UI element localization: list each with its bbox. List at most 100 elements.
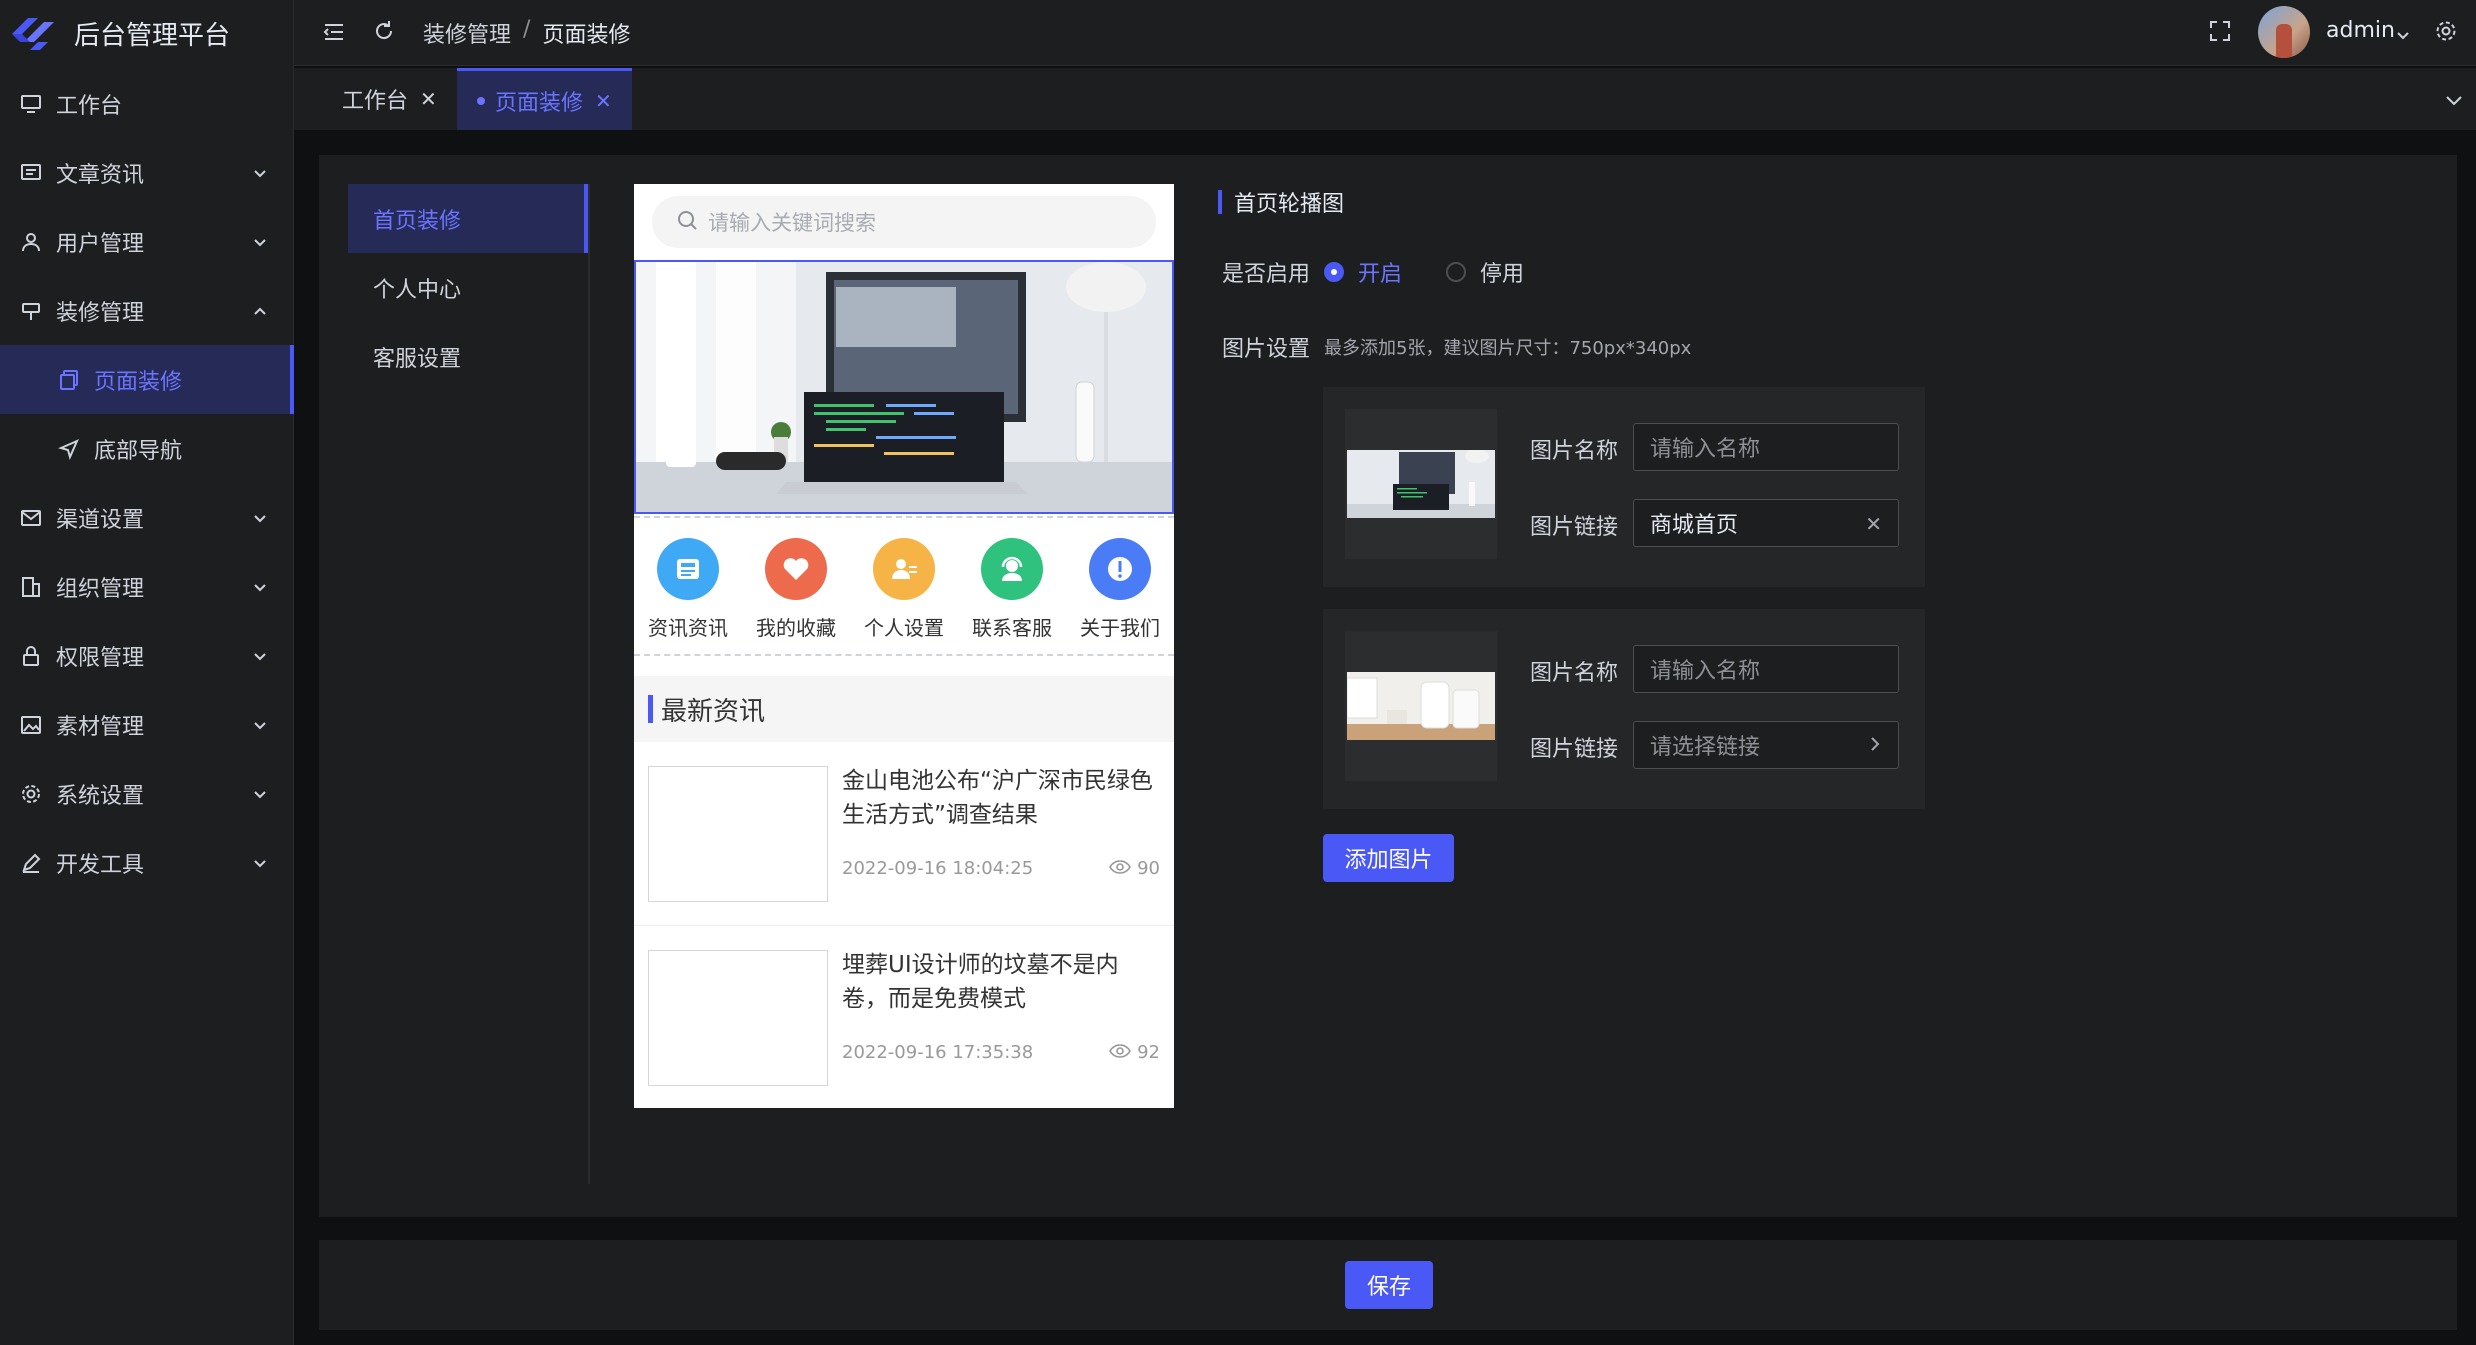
app-logo[interactable]: 后台管理平台 (0, 0, 294, 66)
settings-gear-icon[interactable] (2434, 19, 2458, 49)
link-value: 商城首页 (1650, 513, 1739, 538)
subnav-customer-service[interactable]: 客服设置 (348, 322, 588, 391)
refresh-icon[interactable] (372, 19, 396, 49)
sidebar-item-label: 文章资讯 (56, 162, 145, 188)
app-title: 后台管理平台 (74, 20, 231, 51)
office-building-icon (18, 574, 44, 600)
phone-nav-label: 联系客服 (972, 616, 1052, 640)
chevron-down-icon (252, 645, 268, 670)
close-icon[interactable]: ✕ (420, 87, 437, 111)
breadcrumb-separator: / (523, 17, 531, 42)
sidebar-item-users[interactable]: 用户管理 (0, 207, 294, 276)
phone-nav-news[interactable]: 资讯资讯 (634, 538, 742, 641)
breadcrumb-parent[interactable]: 装修管理 (423, 17, 511, 49)
chevron-down-icon (252, 507, 268, 532)
close-icon[interactable]: ✕ (595, 89, 612, 113)
tab-page-decoration[interactable]: 页面装修 ✕ (457, 68, 632, 130)
enable-label: 是否启用 (1222, 262, 1311, 287)
news-views-count: 90 (1137, 858, 1160, 879)
subnav-divider (588, 184, 590, 1184)
name-input[interactable]: 请输入名称 (1633, 423, 1899, 471)
sidebar: 后台管理平台 工作台 文章资讯 用户管理 装修管理 页面装修 底部导航 渠道设置… (0, 0, 294, 1345)
chevron-down-icon (252, 783, 268, 808)
sidebar-item-label: 开发工具 (56, 852, 145, 878)
user-icon (18, 229, 44, 255)
heart-icon (765, 538, 827, 600)
news-views: 92 (1109, 1042, 1160, 1063)
radio-dot (1446, 262, 1466, 282)
chevron-down-icon[interactable] (2395, 24, 2411, 49)
link-select[interactable]: 商城首页 ✕ (1633, 499, 1899, 547)
phone-news-item[interactable]: 埋葬UI设计师的坟墓不是内卷，而是免费模式 2022-09-16 17:35:3… (634, 926, 1174, 1108)
thumbnail-image (1347, 450, 1495, 518)
tab-workbench[interactable]: 工作台 ✕ (322, 68, 457, 130)
chevron-up-icon (252, 300, 268, 325)
link-placeholder: 请选择链接 (1650, 735, 1761, 760)
sidebar-item-devtools[interactable]: 开发工具 (0, 828, 294, 897)
eye-icon (1109, 1042, 1132, 1063)
image-hint: 最多添加5张，建议图片尺寸：750px*340px (1324, 338, 1692, 359)
chevron-down-icon (252, 162, 268, 187)
info-icon (1089, 538, 1151, 600)
phone-preview: 请输入关键词搜索 资讯资讯 我的收藏 个人设置 联系客服 关于我们 最新资讯 金… (634, 184, 1174, 1108)
sidebar-item-channels[interactable]: 渠道设置 (0, 483, 294, 552)
title-bar (648, 695, 653, 723)
radio-label: 开启 (1358, 262, 1403, 287)
thumbnail-image (1347, 672, 1495, 740)
sidebar-item-decoration[interactable]: 装修管理 (0, 276, 294, 345)
search-placeholder: 请输入关键词搜索 (708, 211, 876, 235)
phone-nav-personal[interactable]: 个人设置 (850, 538, 958, 641)
monitor-icon (18, 91, 44, 117)
sidebar-item-label: 装修管理 (56, 300, 145, 326)
chevron-down-icon (252, 714, 268, 739)
phone-news-item[interactable]: 金山电池公布“沪广深市民绿色生活方式”调查结果 2022-09-16 18:04… (634, 742, 1174, 926)
sidebar-item-articles[interactable]: 文章资讯 (0, 138, 294, 207)
fullscreen-icon[interactable] (2208, 19, 2232, 49)
tab-label: 页面装修 (495, 90, 584, 116)
sidebar-item-label: 底部导航 (94, 438, 183, 464)
sidebar-item-organization[interactable]: 组织管理 (0, 552, 294, 621)
banner-thumbnail[interactable] (1345, 631, 1497, 781)
gear-icon (18, 781, 44, 807)
link-label: 图片链接 (1530, 737, 1619, 762)
lock-icon (18, 643, 44, 669)
clear-icon[interactable]: ✕ (1865, 512, 1882, 536)
sidebar-item-label: 系统设置 (56, 783, 145, 809)
phone-nav-about[interactable]: 关于我们 (1066, 538, 1174, 641)
radio-enable-off[interactable]: 停用 (1446, 256, 1524, 288)
phone-nav-favorites[interactable]: 我的收藏 (742, 538, 850, 641)
fold-menu-icon[interactable] (322, 20, 346, 50)
chevron-down-icon[interactable] (2444, 90, 2464, 116)
radio-enable-on[interactable]: 开启 (1324, 256, 1402, 288)
banner-item-card: 图片名称 请输入名称 图片链接 商城首页 ✕ (1323, 387, 1925, 587)
news-title: 金山电池公布“沪广深市民绿色生活方式”调查结果 (842, 768, 1153, 828)
broken-image-icon (648, 950, 828, 1086)
phone-search-bar[interactable]: 请输入关键词搜索 (652, 196, 1156, 248)
chevron-right-icon (1868, 734, 1882, 759)
avatar[interactable] (2258, 6, 2310, 58)
phone-nav-label: 我的收藏 (756, 616, 836, 640)
section-title-text: 首页轮播图 (1234, 192, 1345, 217)
sidebar-item-permissions[interactable]: 权限管理 (0, 621, 294, 690)
broken-image-icon (648, 766, 828, 902)
sidebar-item-bottom-nav[interactable]: 底部导航 (0, 414, 294, 483)
sidebar-item-materials[interactable]: 素材管理 (0, 690, 294, 759)
name-input[interactable]: 请输入名称 (1633, 645, 1899, 693)
banner-thumbnail[interactable] (1345, 409, 1497, 559)
sidebar-item-system[interactable]: 系统设置 (0, 759, 294, 828)
news-date: 2022-09-16 17:35:38 (842, 1042, 1034, 1063)
save-button[interactable]: 保存 (1345, 1261, 1433, 1309)
search-icon (676, 209, 698, 236)
add-image-button[interactable]: 添加图片 (1323, 834, 1454, 882)
message-icon (18, 160, 44, 186)
link-select[interactable]: 请选择链接 (1633, 721, 1899, 769)
username[interactable]: admin (2326, 18, 2395, 43)
sidebar-item-page-decoration[interactable]: 页面装修 (0, 345, 294, 414)
subnav-personal-center[interactable]: 个人中心 (348, 253, 588, 322)
headset-icon (981, 538, 1043, 600)
link-label: 图片链接 (1530, 515, 1619, 540)
sidebar-item-workbench[interactable]: 工作台 (0, 69, 294, 138)
phone-banner[interactable] (634, 260, 1174, 514)
subnav-home-decoration[interactable]: 首页装修 (348, 184, 588, 253)
phone-nav-support[interactable]: 联系客服 (958, 538, 1066, 641)
